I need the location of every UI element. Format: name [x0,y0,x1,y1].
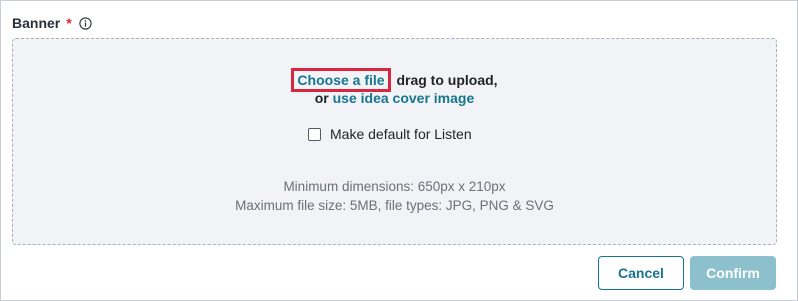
make-default-checkbox[interactable] [308,127,321,141]
upload-instructions-line2: or use idea cover image [13,90,776,106]
info-icon[interactable] [79,16,92,30]
use-cover-image-link[interactable]: use idea cover image [333,90,475,106]
choose-file-link[interactable]: Choose a file [297,72,384,88]
or-text: or [314,90,329,106]
drag-to-upload-text: drag to upload, [396,72,498,88]
upload-instructions-line1: Choose a file drag to upload, [13,68,776,92]
field-label: Banner [12,15,61,31]
make-default-checkbox-row[interactable]: Make default for Listen [308,126,472,142]
min-dimensions-hint: Minimum dimensions: 650px x 210px [283,179,506,194]
choose-file-highlight: Choose a file [291,68,391,92]
confirm-button[interactable]: Confirm [690,256,776,290]
make-default-label: Make default for Listen [330,126,472,142]
file-dropzone[interactable]: Choose a file drag to upload, or use ide… [12,38,777,245]
field-label-row: Banner * [12,13,92,33]
max-size-hint: Maximum file size: 5MB, file types: JPG,… [235,198,554,213]
upload-panel: Banner * Choose a file drag to upload, o… [0,0,798,301]
required-asterisk: * [66,15,72,31]
cancel-button[interactable]: Cancel [598,256,684,290]
